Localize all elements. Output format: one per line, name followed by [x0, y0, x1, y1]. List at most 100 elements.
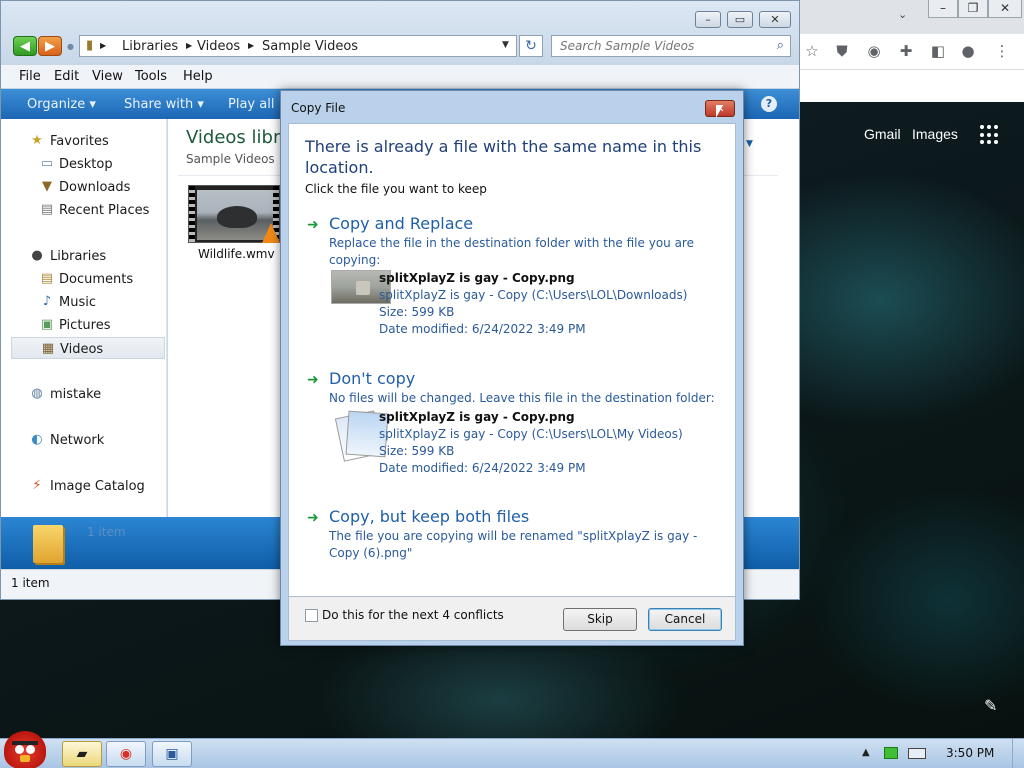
nav-downloads[interactable]: ▼ Downloads: [11, 176, 165, 198]
taskbar-clock[interactable]: 3:50 PM: [946, 746, 994, 760]
chrome-menu-icon[interactable]: ⋮: [992, 41, 1012, 61]
recent-places-icon: ▤: [40, 202, 54, 217]
breadcrumb-separator-icon[interactable]: ▶: [248, 41, 254, 50]
dialog-footer: Do this for the next 4 conflicts Skip Ca…: [288, 597, 736, 641]
breadcrumb-separator-icon[interactable]: ▶: [100, 41, 106, 50]
nav-documents[interactable]: ▤ Documents: [11, 268, 165, 290]
nav-favorites[interactable]: ★ Favorites: [11, 130, 165, 152]
start-button[interactable]: [4, 731, 46, 768]
taskbar-chrome-button[interactable]: ◉: [106, 741, 146, 767]
green-arrow-icon: ➜: [307, 510, 319, 526]
menu-view[interactable]: View: [92, 69, 123, 84]
menu-file[interactable]: File: [19, 69, 41, 84]
help-icon[interactable]: ?: [761, 96, 777, 112]
show-hidden-icons-icon[interactable]: ▲: [862, 747, 870, 758]
nav-recent-places[interactable]: ▤ Recent Places: [11, 199, 165, 221]
refresh-button[interactable]: ↻: [519, 35, 543, 57]
menu-edit[interactable]: Edit: [54, 69, 79, 84]
cancel-button[interactable]: Cancel: [648, 608, 722, 631]
file-name-label[interactable]: Wildlife.wmv: [198, 247, 275, 261]
chrome-titlebar[interactable]: ⌄ – ❐ ✕: [798, 0, 1024, 34]
image-catalog-icon: ⚡: [32, 478, 42, 493]
nav-pictures[interactable]: ▣ Pictures: [11, 314, 165, 336]
homegroup-icon: ◍: [31, 386, 43, 401]
explorer-maximize-button[interactable]: ▭: [727, 11, 753, 28]
start-orb-beak: [20, 755, 30, 762]
extensions-puzzle-icon[interactable]: ✚: [896, 41, 916, 61]
file-path: splitXplayZ is gay - Copy (C:\Users\LOL\…: [379, 427, 683, 441]
chrome-close-button[interactable]: ✕: [988, 0, 1022, 18]
nav-music[interactable]: ♪ Music: [11, 291, 165, 313]
file-size: Size: 599 KB: [379, 305, 455, 319]
nav-videos[interactable]: ▦ Videos: [11, 337, 165, 359]
file-size: Size: 599 KB: [379, 444, 455, 458]
nav-mistake[interactable]: ◍ mistake: [11, 383, 165, 405]
option-description: No files will be changed. Leave this fil…: [329, 391, 715, 405]
search-box[interactable]: ⌕: [551, 35, 791, 57]
breadcrumb-separator-icon[interactable]: ▶: [186, 41, 192, 50]
menu-tools[interactable]: Tools: [135, 69, 167, 84]
address-dropdown-icon[interactable]: ▼: [502, 40, 509, 50]
details-item-count: 1 item: [87, 525, 126, 539]
breadcrumb-libraries[interactable]: Libraries: [122, 39, 178, 54]
battery-icon[interactable]: [884, 747, 898, 759]
option-title: Don't copy: [329, 369, 416, 388]
side-panel-icon[interactable]: ◧: [928, 41, 948, 61]
apply-to-all-checkbox[interactable]: [305, 609, 318, 622]
start-orb-eye: [26, 745, 35, 754]
explorer-titlebar[interactable]: – ▭ ✕ ◀ ▶ ● ▮ ▶ Libraries ▶ Videos ▶ Sam…: [1, 1, 799, 65]
back-arrow-icon[interactable]: ◀: [13, 36, 37, 56]
option-keep-both[interactable]: ➜ Copy, but keep both files The file you…: [307, 507, 727, 577]
nav-network[interactable]: ◐ Network: [11, 429, 165, 451]
search-input[interactable]: [560, 38, 765, 54]
library-subtitle: Sample Videos: [186, 152, 275, 166]
gmail-link[interactable]: Gmail: [864, 126, 901, 142]
skip-button[interactable]: Skip: [563, 608, 637, 631]
chrome-minimize-button[interactable]: –: [928, 0, 958, 18]
show-desktop-button[interactable]: [1012, 739, 1024, 768]
chrome-restore-button[interactable]: ❐: [958, 0, 988, 18]
organize-button[interactable]: Organize ▾: [27, 97, 96, 112]
menu-help[interactable]: Help: [183, 69, 213, 84]
play-all-button[interactable]: Play all: [228, 97, 274, 112]
nav-desktop[interactable]: ▭ Desktop: [11, 153, 165, 175]
ublock-extension-icon[interactable]: ⛊: [832, 41, 852, 61]
extension-badge-icon[interactable]: ◉: [864, 41, 884, 61]
network-tray-icon[interactable]: [908, 748, 926, 759]
start-orb-brow: [12, 741, 38, 745]
downloads-icon: ▼: [42, 179, 52, 194]
star-icon: ★: [31, 133, 43, 148]
apply-to-all-label[interactable]: Do this for the next 4 conflicts: [322, 608, 504, 622]
arrange-by-dropdown-icon[interactable]: ▼: [746, 139, 753, 149]
taskbar-explorer-button[interactable]: ▰: [62, 741, 102, 767]
breadcrumb-sample-videos[interactable]: Sample Videos: [262, 39, 358, 54]
address-bar[interactable]: ▮ ▶ Libraries ▶ Videos ▶ Sample Videos ▼: [79, 35, 517, 57]
explorer-close-button[interactable]: ✕: [759, 11, 791, 28]
start-orb-eye: [15, 745, 24, 754]
recent-pages-icon[interactable]: ●: [67, 42, 74, 51]
window-icon: ▣: [165, 746, 179, 762]
share-with-button[interactable]: Share with ▾: [124, 97, 204, 112]
videos-icon: ▦: [41, 341, 55, 356]
music-icon: ♪: [42, 294, 52, 309]
bookmark-star-icon[interactable]: ☆: [802, 41, 822, 61]
library-folder-icon: ▮: [86, 38, 94, 53]
taskbar-window-button[interactable]: ▣: [152, 741, 192, 767]
taskbar: ▰ ◉ ▣ ▲ 3:50 PM: [0, 731, 1024, 768]
chrome-tab-list-icon[interactable]: ⌄: [898, 8, 907, 21]
forward-arrow-icon[interactable]: ▶: [38, 36, 62, 56]
pictures-icon: ▣: [40, 317, 54, 332]
customize-pencil-icon[interactable]: ✎: [984, 696, 997, 715]
file-path: splitXplayZ is gay - Copy (C:\Users\LOL\…: [379, 288, 688, 302]
file-name: splitXplayZ is gay - Copy.png: [379, 410, 575, 424]
images-link[interactable]: Images: [912, 126, 958, 142]
profile-avatar-icon[interactable]: ●: [958, 41, 978, 61]
nav-image-catalog[interactable]: ⚡ Image Catalog: [11, 475, 165, 497]
green-arrow-icon: ➜: [307, 217, 319, 233]
file-name: splitXplayZ is gay - Copy.png: [379, 271, 575, 285]
google-apps-icon[interactable]: [980, 125, 1000, 145]
explorer-minimize-button[interactable]: –: [695, 11, 721, 28]
breadcrumb-videos[interactable]: Videos: [197, 39, 240, 54]
search-icon[interactable]: ⌕: [777, 38, 784, 53]
nav-libraries[interactable]: ● Libraries: [11, 245, 165, 267]
